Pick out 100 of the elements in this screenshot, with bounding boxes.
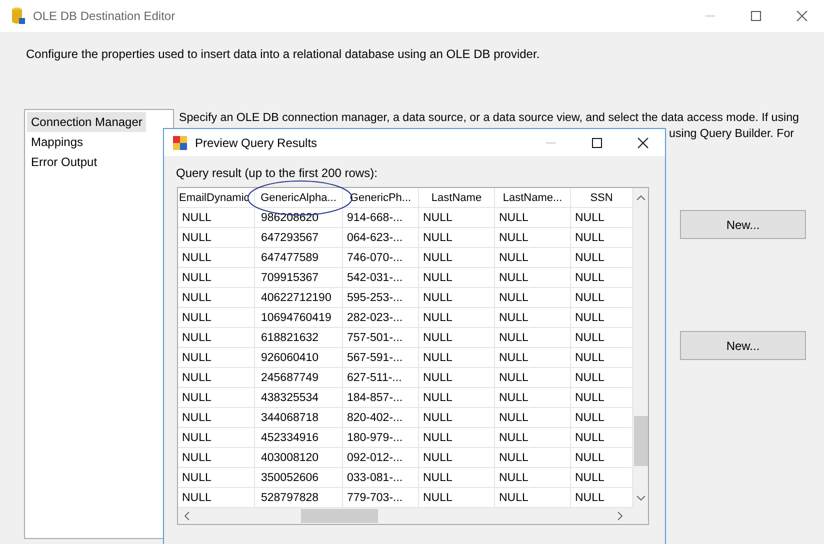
table-cell: NULL bbox=[178, 288, 255, 308]
table-cell: NULL bbox=[419, 448, 495, 468]
table-cell: NULL bbox=[178, 408, 255, 428]
table-cell: 542-031-... bbox=[343, 268, 419, 288]
close-icon[interactable] bbox=[637, 136, 649, 148]
table-cell: NULL bbox=[419, 208, 495, 228]
table-cell: NULL bbox=[495, 328, 571, 348]
column-header[interactable]: LastName... bbox=[495, 188, 571, 208]
table-cell: 528797828 bbox=[255, 488, 343, 508]
table-cell: NULL bbox=[419, 348, 495, 368]
database-icon bbox=[11, 7, 25, 25]
table-cell: 40622712190 bbox=[255, 288, 343, 308]
new-button[interactable]: New... bbox=[680, 210, 806, 239]
maximize-icon[interactable] bbox=[750, 10, 762, 22]
page-list-item[interactable]: Connection Manager bbox=[27, 112, 146, 132]
column-header[interactable]: LastName bbox=[419, 188, 495, 208]
table-cell: 779-703-... bbox=[343, 488, 419, 508]
table-cell: 757-501-... bbox=[343, 328, 419, 348]
scroll-left-icon[interactable] bbox=[183, 511, 191, 521]
table-cell: NULL bbox=[419, 408, 495, 428]
maximize-icon[interactable] bbox=[591, 136, 603, 148]
table-cell: 627-511-... bbox=[343, 368, 419, 388]
table-cell: NULL bbox=[495, 268, 571, 288]
scroll-up-icon[interactable] bbox=[636, 194, 646, 202]
table-cell: NULL bbox=[495, 208, 571, 228]
scroll-right-icon[interactable] bbox=[616, 511, 624, 521]
table-cell: NULL bbox=[495, 308, 571, 328]
table-cell: NULL bbox=[419, 368, 495, 388]
table-cell: 709915367 bbox=[255, 268, 343, 288]
table-cell: 184-857-... bbox=[343, 388, 419, 408]
table-cell: 595-253-... bbox=[343, 288, 419, 308]
table-cell: 914-668-... bbox=[343, 208, 419, 228]
table-cell: NULL bbox=[419, 468, 495, 488]
window-title: OLE DB Destination Editor bbox=[33, 9, 176, 23]
table-cell: NULL bbox=[419, 288, 495, 308]
table-cell: NULL bbox=[178, 308, 255, 328]
table-cell: NULL bbox=[419, 248, 495, 268]
table-cell: 567-591-... bbox=[343, 348, 419, 368]
table-cell: NULL bbox=[178, 448, 255, 468]
table-cell: NULL bbox=[178, 388, 255, 408]
table-cell: 10694760419 bbox=[255, 308, 343, 328]
result-caption: Query result (up to the first 200 rows): bbox=[176, 166, 378, 182]
table-cell: NULL bbox=[419, 428, 495, 448]
table-cell: 647477589 bbox=[255, 248, 343, 268]
table-cell: NULL bbox=[495, 428, 571, 448]
table-cell: NULL bbox=[178, 228, 255, 248]
table-cell: NULL bbox=[178, 328, 255, 348]
page-list-item[interactable]: Error Output bbox=[27, 152, 102, 172]
description-text: Configure the properties used to insert data into a relational database using an OLE DB provider. bbox=[26, 47, 541, 61]
instruction-text: using Query Builder. For bbox=[669, 127, 796, 140]
new-button[interactable]: New... bbox=[680, 331, 806, 360]
table-cell: 344068718 bbox=[255, 408, 343, 428]
table-cell: NULL bbox=[495, 228, 571, 248]
table-cell: NULL bbox=[178, 248, 255, 268]
table-cell: 064-623-... bbox=[343, 228, 419, 248]
window-title: Preview Query Results bbox=[195, 136, 318, 150]
table-cell: 926060410 bbox=[255, 348, 343, 368]
table-cell: NULL bbox=[419, 388, 495, 408]
table-cell: NULL bbox=[495, 248, 571, 268]
table-cell: 986208620 bbox=[255, 208, 343, 228]
scroll-thumb[interactable] bbox=[634, 416, 648, 466]
table-cell: 438325534 bbox=[255, 388, 343, 408]
table-cell: 282-023-... bbox=[343, 308, 419, 328]
table-cell: NULL bbox=[495, 448, 571, 468]
table-cell: 033-081-... bbox=[343, 468, 419, 488]
table-cell: NULL bbox=[495, 368, 571, 388]
page-list-item[interactable]: Mappings bbox=[27, 132, 88, 152]
table-cell: 403008120 bbox=[255, 448, 343, 468]
table-cell: NULL bbox=[178, 268, 255, 288]
table-cell: NULL bbox=[495, 288, 571, 308]
table-cell: 180-979-... bbox=[343, 428, 419, 448]
table-cell: NULL bbox=[178, 488, 255, 508]
table-cell: NULL bbox=[419, 488, 495, 508]
table-cell: NULL bbox=[419, 328, 495, 348]
table-cell: NULL bbox=[495, 468, 571, 488]
table-cell: 746-070-... bbox=[343, 248, 419, 268]
scroll-thumb[interactable] bbox=[301, 509, 378, 523]
scroll-down-icon[interactable] bbox=[636, 494, 646, 502]
table-cell: NULL bbox=[495, 388, 571, 408]
table-cell: 820-402-... bbox=[343, 408, 419, 428]
table-cell: NULL bbox=[495, 408, 571, 428]
instruction-text: Specify an OLE DB connection manager, a data source, or a data source view, and select the data access mode. If using bbox=[179, 111, 800, 124]
table-cell: NULL bbox=[178, 468, 255, 488]
table-cell: 452334916 bbox=[255, 428, 343, 448]
table-cell: 618821632 bbox=[255, 328, 343, 348]
table-cell: NULL bbox=[178, 428, 255, 448]
table-cell: NULL bbox=[178, 208, 255, 228]
table-cell: 092-012-... bbox=[343, 448, 419, 468]
table-cell: NULL bbox=[419, 268, 495, 288]
table-cell: 647293567 bbox=[255, 228, 343, 248]
table-cell: NULL bbox=[178, 348, 255, 368]
table-cell: NULL bbox=[495, 488, 571, 508]
table-cell: NULL bbox=[419, 228, 495, 248]
table-cell: NULL bbox=[495, 348, 571, 368]
table-cell: NULL bbox=[178, 368, 255, 388]
app-icon bbox=[173, 136, 187, 150]
table-cell: NULL bbox=[419, 308, 495, 328]
table-cell: 350052606 bbox=[255, 468, 343, 488]
close-icon[interactable] bbox=[796, 10, 808, 22]
table-cell: 245687749 bbox=[255, 368, 343, 388]
